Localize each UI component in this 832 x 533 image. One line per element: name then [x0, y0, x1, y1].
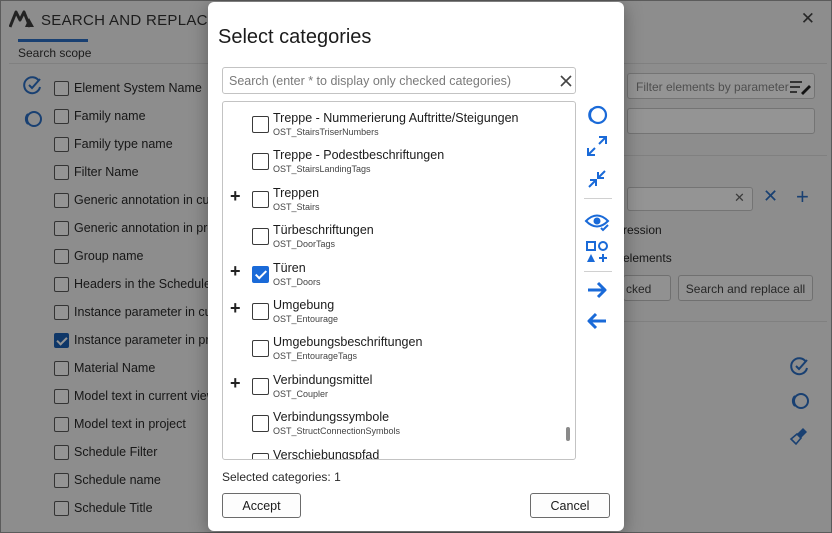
- category-checkbox[interactable]: [252, 377, 269, 395]
- category-search-box: [222, 67, 576, 94]
- expand-all-icon[interactable]: [584, 133, 610, 159]
- select-categories-dialog: Select categories Treppe - Nummerierung …: [208, 2, 624, 531]
- category-code: OST_Doors: [273, 276, 321, 287]
- category-checkbox[interactable]: [252, 415, 269, 433]
- arrow-right-icon[interactable]: [584, 277, 610, 303]
- category-name: Verbindungssymbole: [273, 410, 390, 425]
- dialog-title: Select categories: [218, 26, 372, 48]
- category-row[interactable]: + Umgebung OST_Entourage: [223, 291, 563, 328]
- category-code: OST_Coupler: [273, 388, 329, 399]
- category-name: Verbindungsmittel: [273, 372, 373, 387]
- category-checkbox[interactable]: [252, 190, 269, 208]
- category-row[interactable]: Treppe - Nummerierung Auftritte/Steigung…: [223, 104, 563, 141]
- expand-icon[interactable]: +: [230, 299, 244, 317]
- category-name: Treppe - Nummerierung Auftritte/Steigung…: [273, 111, 519, 125]
- category-row[interactable]: Umgebungsbeschriftungen OST_EntourageTags: [223, 328, 563, 365]
- collapse-all-icon[interactable]: [584, 166, 610, 192]
- category-checkbox[interactable]: [252, 116, 269, 133]
- accept-button[interactable]: Accept: [222, 493, 301, 518]
- category-rows: Treppe - Nummerierung Auftritte/Steigung…: [223, 104, 563, 460]
- category-code: OST_StairsTriserNumbers: [273, 127, 379, 137]
- category-name: Treppe - Podestbeschriftungen: [273, 148, 445, 163]
- category-row[interactable]: + Verbindungsmittel OST_Coupler: [223, 366, 563, 403]
- category-checkbox[interactable]: [252, 153, 269, 171]
- expand-icon[interactable]: +: [230, 374, 244, 392]
- category-code: OST_StructConnectionSymbols: [273, 426, 401, 437]
- category-name: Türbeschriftungen: [273, 223, 374, 238]
- category-row[interactable]: Verschiebungspfad: [223, 441, 563, 460]
- category-code: OST_Entourage: [273, 313, 339, 324]
- expand-icon[interactable]: +: [230, 262, 244, 280]
- category-name: Umgebung: [273, 297, 335, 312]
- category-code: OST_Stairs: [273, 201, 320, 212]
- category-name: Verschiebungspfad: [273, 447, 380, 460]
- shapes-add-icon[interactable]: [584, 239, 610, 265]
- category-code: OST_DoorTags: [273, 239, 336, 250]
- category-checkbox[interactable]: [252, 340, 269, 358]
- category-checkbox[interactable]: [252, 265, 269, 283]
- category-row[interactable]: + Türen OST_Doors: [223, 254, 563, 291]
- selected-categories-count: Selected categories: 1: [222, 470, 341, 484]
- category-code: OST_EntourageTags: [273, 351, 358, 362]
- category-row[interactable]: Treppe - Podestbeschriftungen OST_StairsL…: [223, 141, 563, 178]
- arrow-left-icon[interactable]: [584, 308, 610, 334]
- cancel-button[interactable]: Cancel: [530, 493, 610, 518]
- category-name: Treppen: [273, 185, 320, 200]
- toolbar-divider: [584, 198, 612, 199]
- visibility-check-icon[interactable]: [584, 208, 610, 234]
- category-name: Umgebungsbeschriftungen: [273, 335, 423, 350]
- category-checkbox[interactable]: [252, 228, 269, 246]
- category-checkbox[interactable]: [252, 302, 269, 320]
- category-name: Türen: [273, 260, 306, 275]
- category-row[interactable]: Türbeschriftungen OST_DoorTags: [223, 216, 563, 253]
- category-row[interactable]: + Treppen OST_Stairs: [223, 179, 563, 216]
- category-code: OST_StairsLandingTags: [273, 164, 371, 175]
- category-checkbox[interactable]: [252, 452, 269, 459]
- scrollbar-thumb[interactable]: [566, 427, 570, 441]
- toolbar-divider: [584, 271, 612, 272]
- refresh-icon[interactable]: [584, 102, 610, 128]
- category-list[interactable]: Treppe - Nummerierung Auftritte/Steigung…: [222, 101, 576, 460]
- category-search-input[interactable]: [229, 72, 547, 90]
- search-clear-icon[interactable]: [557, 72, 575, 90]
- category-row[interactable]: Verbindungssymbole OST_StructConnectionSy…: [223, 403, 563, 440]
- expand-icon[interactable]: +: [230, 187, 244, 205]
